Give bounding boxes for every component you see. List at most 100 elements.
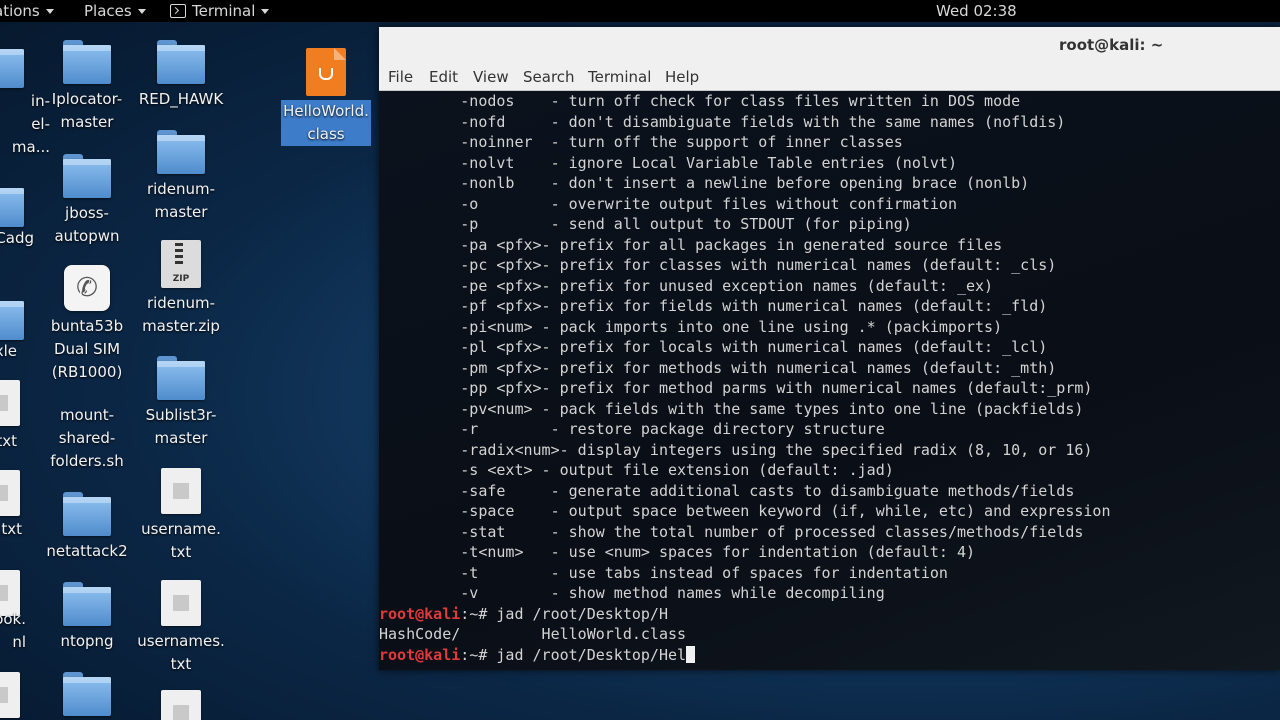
desktop-icon-ridenum-master-zip[interactable]: ZIP ridenum- master.zip bbox=[136, 240, 226, 338]
desktop-icon-label: RED_HAWK bbox=[138, 90, 224, 108]
desktop-icon-phone-device[interactable]: ✆ bunta53b Dual SIM (RB1000) bbox=[42, 265, 132, 384]
chevron-down-icon bbox=[137, 8, 146, 14]
top-panel: ations Places Terminal Wed 02:38 bbox=[0, 0, 1280, 22]
menu-terminal[interactable]: Terminal bbox=[588, 68, 651, 86]
desktop-icon-partial[interactable] bbox=[0, 44, 45, 92]
folder-icon bbox=[63, 492, 111, 536]
desktop-icon-partial[interactable] bbox=[0, 470, 45, 520]
text-file-icon bbox=[0, 672, 20, 718]
desktop-icon-partial[interactable] bbox=[0, 380, 45, 430]
terminal-output[interactable]: -nodos - turn off check for class files … bbox=[379, 91, 1280, 670]
folder-icon bbox=[63, 582, 111, 626]
desktop-icon-label: Iplocator- master bbox=[51, 90, 123, 131]
chevron-down-icon bbox=[261, 8, 270, 14]
terminal-line: -nofd - don't disambiguate fields with t… bbox=[379, 112, 1066, 131]
menu-file[interactable]: File bbox=[388, 68, 413, 86]
java-class-file-icon bbox=[306, 48, 346, 96]
menu-view[interactable]: View bbox=[473, 68, 509, 86]
terminal-window[interactable]: root@kali: ~ File Edit View Search Termi… bbox=[379, 27, 1280, 670]
desktop-icon-label: username. txt bbox=[141, 520, 221, 561]
clock[interactable]: Wed 02:38 bbox=[936, 0, 1017, 22]
shell-prompt-suffix: :~# bbox=[460, 604, 497, 623]
terminal-line: -nonlb - don't insert a newline before o… bbox=[379, 174, 1030, 192]
terminal-line: -noinner - turn off the support of inner… bbox=[379, 133, 903, 151]
text-file-icon bbox=[0, 380, 20, 426]
desktop-icon-label: netattack2 bbox=[46, 542, 128, 560]
zip-file-icon: ZIP bbox=[161, 240, 201, 288]
desktop-icon-label: ridenum- master.zip bbox=[142, 294, 220, 335]
desktop-icon-label: HelloWorld. class bbox=[281, 100, 371, 146]
terminal-line: -pa <pfx>- prefix for all packages in ge… bbox=[379, 235, 1003, 254]
folder-icon bbox=[157, 40, 205, 84]
places-menu[interactable]: Places bbox=[84, 0, 146, 22]
desktop-icon-partial[interactable] bbox=[0, 672, 45, 720]
desktop-icon-partial-label[interactable]: ook. nl bbox=[0, 608, 26, 654]
terminal-app-menu-label: Terminal bbox=[192, 2, 256, 20]
text-cursor bbox=[686, 645, 696, 663]
menu-edit[interactable]: Edit bbox=[429, 68, 458, 86]
shell-prompt: root@kali bbox=[379, 604, 461, 623]
text-file-icon bbox=[161, 468, 201, 514]
terminal-line: -pm <pfx>- prefix for methods with numer… bbox=[379, 358, 1057, 377]
desktop-icon-mount-shared-folders[interactable]: mount- shared- folders.sh bbox=[42, 404, 132, 473]
terminal-line: -space - output space between keyword (i… bbox=[379, 502, 1111, 520]
folder-icon bbox=[63, 40, 111, 84]
desktop-icon-partial-label[interactable]: Cadg bbox=[0, 227, 34, 250]
desktop-icon-label: Cadg bbox=[0, 229, 34, 247]
shell-prompt-suffix: :~# bbox=[460, 645, 497, 664]
terminal-titlebar[interactable]: root@kali: ~ bbox=[379, 27, 1280, 65]
shell-input[interactable]: jad /root/Desktop/Hel bbox=[496, 646, 686, 664]
terminal-line: -pp <pfx>- prefix for method parms with … bbox=[379, 379, 1093, 397]
desktop-icon-sublist3r-master[interactable]: Sublist3r- master bbox=[136, 356, 226, 450]
desktop-icon-label: .txt bbox=[0, 520, 22, 538]
terminal-line: -r - restore package directory structure bbox=[379, 420, 885, 438]
folder-icon bbox=[0, 44, 24, 88]
terminal-app-menu[interactable]: Terminal bbox=[170, 0, 270, 22]
terminal-title: root@kali: ~ bbox=[1059, 36, 1164, 54]
terminal-line: -p - send all output to STDOUT (for pipi… bbox=[379, 215, 912, 233]
desktop-icon-ntopng[interactable]: ntopng bbox=[42, 582, 132, 653]
desktop-icon-partial[interactable] bbox=[0, 296, 45, 344]
desktop-icon-netattack2[interactable]: netattack2 bbox=[42, 492, 132, 563]
desktop-icon-username-txt[interactable]: username. txt bbox=[136, 468, 226, 564]
desktop-icon-jboss-autopwn[interactable]: jboss- autopwn bbox=[42, 154, 132, 248]
terminal-command-line: root@kali:~# jad /root/Desktop/H bbox=[379, 604, 1279, 625]
terminal-line: -nolvt - ignore Local Variable Table ent… bbox=[379, 153, 957, 172]
terminal-line: -t - use tabs instead of spaces for inde… bbox=[379, 563, 948, 582]
desktop-icon-usernames-txt[interactable]: usernames. txt bbox=[136, 580, 226, 676]
terminal-input-line[interactable]: root@kali:~# jad /root/Desktop/Hel bbox=[379, 645, 1279, 666]
desktop-icon-partial-label[interactable]: txt bbox=[0, 430, 17, 453]
desktop-icon-label: Sublist3r- master bbox=[145, 406, 217, 447]
applications-menu[interactable]: ations bbox=[0, 0, 54, 22]
desktop-icon-label: xle bbox=[0, 342, 17, 360]
desktop-icon-iplocator[interactable]: Iplocator- master bbox=[42, 40, 132, 134]
desktop-icon-python-script-partial[interactable] bbox=[136, 690, 226, 720]
python-file-icon bbox=[161, 690, 201, 720]
desktop-icon-partial-label[interactable]: xle bbox=[0, 340, 17, 363]
terminal-line: -pi<num> - pack imports into one line us… bbox=[379, 317, 1003, 336]
desktop-icon-folder-partial[interactable] bbox=[42, 672, 132, 720]
desktop-icon-label: ook. nl bbox=[0, 610, 26, 651]
desktop-icon-partial-label[interactable]: .txt bbox=[0, 518, 22, 541]
desktop-icon-red-hawk[interactable]: RED_HAWK bbox=[136, 40, 226, 111]
menu-help[interactable]: Help bbox=[665, 68, 699, 86]
places-menu-label: Places bbox=[84, 2, 132, 20]
terminal-line: -pc <pfx>- prefix for classes with numer… bbox=[379, 256, 1057, 274]
folder-icon bbox=[157, 356, 205, 400]
desktop-icon-ridenum-master[interactable]: ridenum- master bbox=[136, 130, 226, 224]
terminal-line: -pe <pfx>- prefix for unused exception n… bbox=[379, 276, 994, 295]
terminal-line: HashCode/ HelloWorld.class bbox=[379, 625, 687, 643]
terminal-line: -pv<num> - pack fields with the same typ… bbox=[379, 399, 1084, 418]
folder-icon bbox=[63, 672, 111, 716]
applications-menu-label: ations bbox=[0, 2, 40, 20]
terminal-line: -stat - show the total number of process… bbox=[379, 522, 1084, 541]
desktop-icon-partial[interactable] bbox=[0, 183, 45, 231]
chevron-down-icon bbox=[45, 8, 54, 14]
terminal-line: -safe - generate additional casts to dis… bbox=[379, 481, 1075, 500]
desktop-icon-helloworld-class[interactable]: HelloWorld. class bbox=[281, 48, 371, 146]
menu-search[interactable]: Search bbox=[523, 68, 575, 86]
desktop-icon-label: jboss- autopwn bbox=[54, 204, 120, 245]
shell-prompt: root@kali bbox=[379, 645, 461, 664]
terminal-line: -nodos - turn off check for class files … bbox=[379, 92, 1021, 110]
text-file-icon bbox=[161, 580, 201, 626]
